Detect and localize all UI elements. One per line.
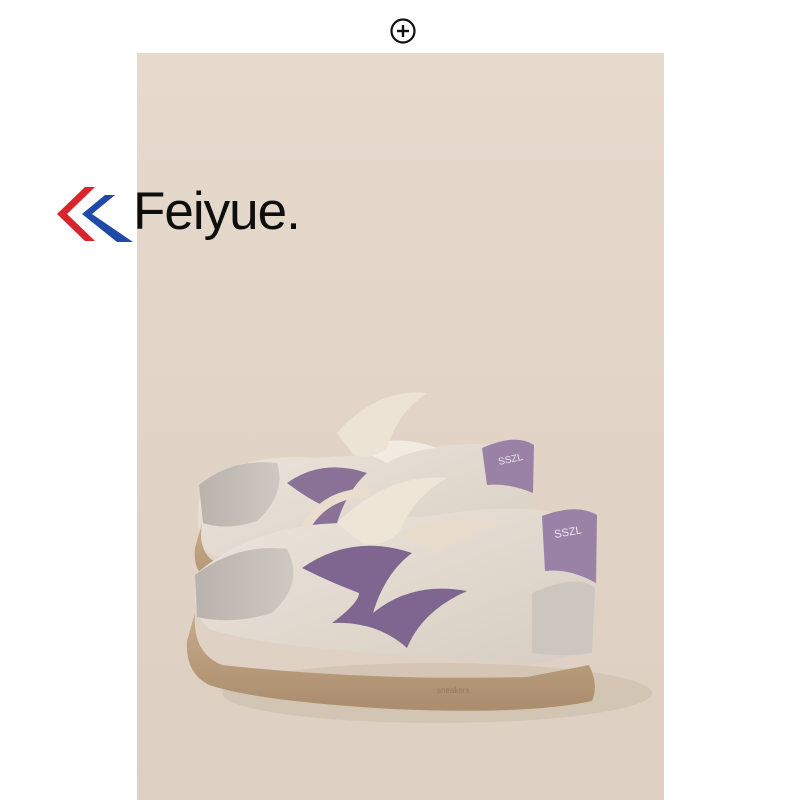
feiyue-logo-icon <box>57 187 133 242</box>
brand-name: Feiyue. <box>133 182 301 241</box>
svg-text:sneakers: sneakers <box>437 686 469 695</box>
plus-circle-icon <box>390 18 416 44</box>
brand-logo: Feiyue. <box>55 176 345 248</box>
product-photo: SSZL SSZL sneakers <box>137 53 664 800</box>
add-button[interactable] <box>389 17 417 45</box>
sneakers-image: SSZL SSZL sneakers <box>137 53 664 800</box>
